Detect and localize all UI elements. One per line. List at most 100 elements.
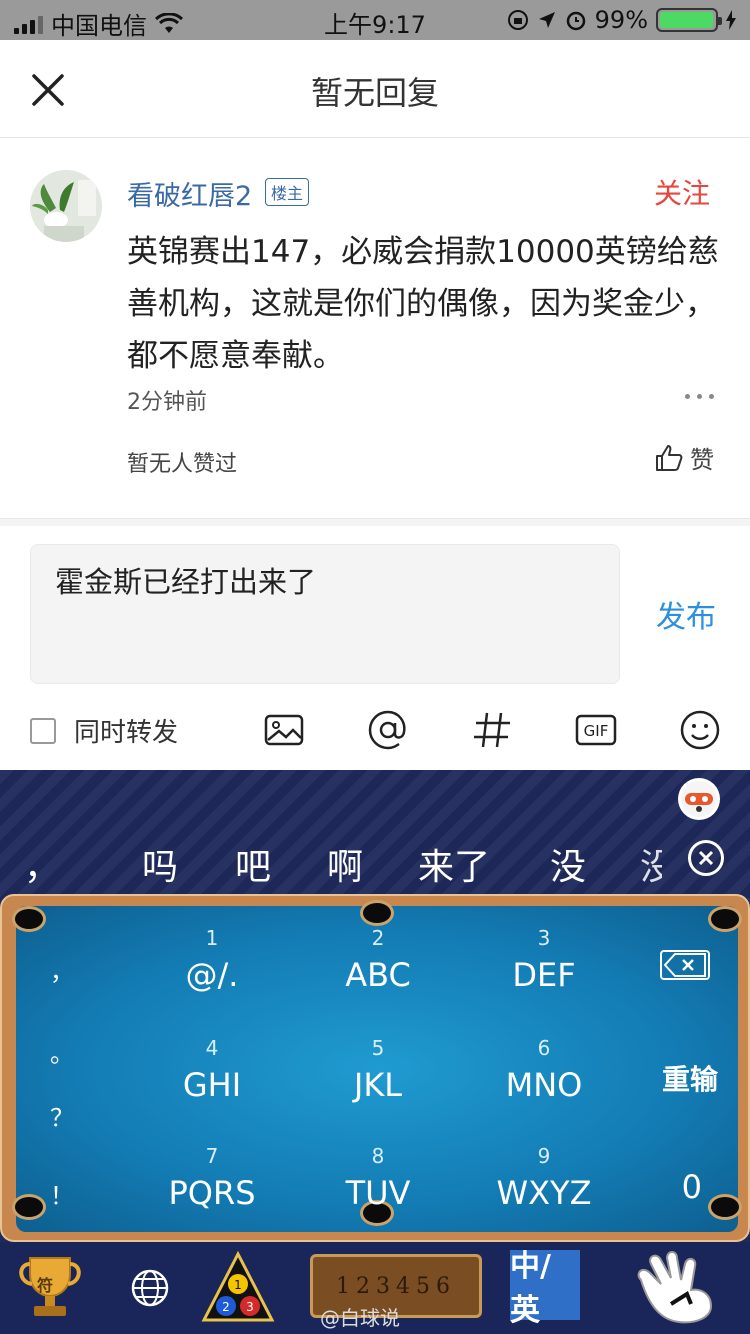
rotation-lock-icon (507, 10, 528, 30)
punct-key[interactable]: ？ (50, 1098, 74, 1133)
author-name[interactable]: 看破红唇2 (127, 174, 252, 213)
thumbs-up-icon (656, 444, 683, 471)
status-bar: 中国电信 上午9:17 99% (0, 0, 750, 40)
backspace-button[interactable] (660, 950, 710, 980)
symbols-button[interactable]: 符 (10, 1250, 90, 1326)
avatar[interactable] (30, 170, 102, 242)
key-0[interactable]: 0 (682, 1168, 702, 1206)
key-4[interactable]: GHI (142, 1066, 282, 1104)
hashtag-icon (474, 712, 510, 748)
pocket-icon (12, 906, 46, 932)
key-1-number: 1 (205, 926, 219, 950)
candidate-item[interactable]: 啊 (327, 838, 363, 890)
close-icon (698, 850, 714, 866)
key-8-number: 8 (371, 1144, 385, 1168)
billiard-balls-icon: 1 2 3 (201, 1250, 275, 1322)
reply-input[interactable]: 霍金斯已经打出来了 (30, 544, 620, 684)
battery-icon (656, 8, 722, 32)
key-9-number: 9 (537, 1144, 551, 1168)
gesture-button[interactable] (630, 1250, 720, 1326)
location-icon (538, 12, 555, 28)
repost-checkbox[interactable] (30, 717, 56, 744)
watermark-text: @白球说 (320, 1306, 400, 1330)
section-divider (0, 518, 750, 526)
charging-icon (726, 10, 736, 30)
punct-key[interactable]: ！ (50, 1176, 74, 1211)
key-5-number: 5 (371, 1036, 385, 1060)
like-label: 赞 (690, 446, 714, 474)
key-3-number: 3 (537, 926, 551, 950)
key-6-number: 6 (537, 1036, 551, 1060)
publish-button[interactable]: 发布 (656, 592, 716, 636)
key-2-number: 2 (371, 926, 385, 950)
mascot-icon[interactable] (678, 778, 720, 820)
reply-header: 暂无回复 (0, 40, 750, 138)
trophy-label: 符 (37, 1276, 54, 1295)
key-6[interactable]: MNO (474, 1066, 614, 1104)
post-content: 英锦赛出147，必威会捐款10000英镑给慈善机构，这就是你们的偶像，因为奖金少… (127, 234, 719, 374)
candidate-item[interactable]: 吗 (142, 838, 178, 890)
image-button[interactable] (262, 708, 306, 752)
ime-keyboard: ， 吗 吧 啊 来了 没 没 ， 。 ？ ！ 1 @/. 2 ABC 3 DEF… (0, 770, 750, 1334)
glove-icon (637, 1251, 713, 1324)
svg-text:2: 2 (222, 1300, 230, 1314)
billiard-rack-button[interactable]: 1 2 3 (198, 1250, 278, 1326)
gif-icon: GIF (575, 714, 617, 746)
composer-toolbar: 同时转发 GIF (0, 702, 750, 762)
lang-toggle-button[interactable]: 中/英 (510, 1249, 580, 1328)
candidate-item-partial[interactable]: 没 (640, 838, 662, 890)
emoji-button[interactable] (678, 708, 722, 752)
svg-text:1: 1 (234, 1278, 242, 1292)
gif-button[interactable]: GIF (574, 708, 618, 752)
mention-button[interactable] (366, 708, 410, 752)
at-icon (368, 710, 406, 750)
candidate-bar: ， 吗 吧 啊 来了 没 没 (0, 832, 750, 892)
op-badge: 楼主 (265, 178, 310, 206)
globe-icon (131, 1269, 169, 1307)
backspace-icon (663, 953, 706, 977)
like-button[interactable]: 赞 (654, 440, 714, 475)
battery-percent: 99% (594, 6, 648, 34)
more-options-icon[interactable] (685, 394, 714, 399)
key-7-number: 7 (205, 1144, 219, 1168)
repost-label: 同时转发 (74, 718, 179, 748)
punct-key[interactable]: 。 (50, 1034, 74, 1069)
key-5[interactable]: JKL (308, 1066, 448, 1104)
reinput-button[interactable]: 重输 (662, 1058, 718, 1098)
pocket-icon (12, 1194, 46, 1220)
key-2[interactable]: ABC (308, 956, 448, 994)
candidate-item[interactable]: ， (24, 838, 60, 890)
keyboard-bottom-bar: 符 1 2 3 123456 中/英 @白球说 (0, 1242, 750, 1334)
key-4-number: 4 (205, 1036, 219, 1060)
svg-text:3: 3 (246, 1300, 254, 1314)
topic-button[interactable] (470, 708, 514, 752)
key-3[interactable]: DEF (474, 956, 614, 994)
avatar-plant-image (30, 170, 102, 242)
pocket-icon (708, 906, 742, 932)
reply-composer: 霍金斯已经打出来了 发布 同时转发 GIF (0, 526, 750, 770)
key-1[interactable]: @/. (142, 956, 282, 994)
candidate-item[interactable]: 来了 (418, 838, 490, 890)
key-7[interactable]: PQRS (142, 1174, 282, 1212)
candidate-item[interactable]: 吧 (235, 838, 271, 890)
pocket-icon (360, 900, 394, 926)
pool-table-keypad: ， 。 ？ ！ 1 @/. 2 ABC 3 DEF 4 GHI 5 JKL 6 … (0, 894, 750, 1242)
likes-summary: 暂无人赞过 (127, 452, 238, 477)
punct-key[interactable]: ， (50, 952, 74, 987)
alarm-icon (566, 11, 585, 31)
page-title: 暂无回复 (310, 74, 439, 112)
emoji-icon (680, 710, 720, 750)
candidate-close-button[interactable] (688, 840, 724, 876)
svg-text:GIF: GIF (584, 722, 609, 740)
candidate-item[interactable]: 没 (550, 838, 586, 890)
language-button[interactable] (110, 1250, 190, 1326)
key-9[interactable]: WXYZ (474, 1174, 614, 1212)
pocket-icon (708, 1194, 742, 1220)
status-right: 99% (507, 6, 736, 34)
post-timestamp: 2分钟前 (127, 390, 207, 415)
image-icon (264, 714, 304, 746)
repost-toggle[interactable]: 同时转发 (30, 712, 178, 749)
key-8[interactable]: TUV (308, 1174, 448, 1212)
follow-button[interactable]: 关注 (654, 172, 710, 212)
original-post: 看破红唇2 楼主 关注 英锦赛出147，必威会捐款10000英镑给慈善机构，这就… (0, 138, 750, 518)
